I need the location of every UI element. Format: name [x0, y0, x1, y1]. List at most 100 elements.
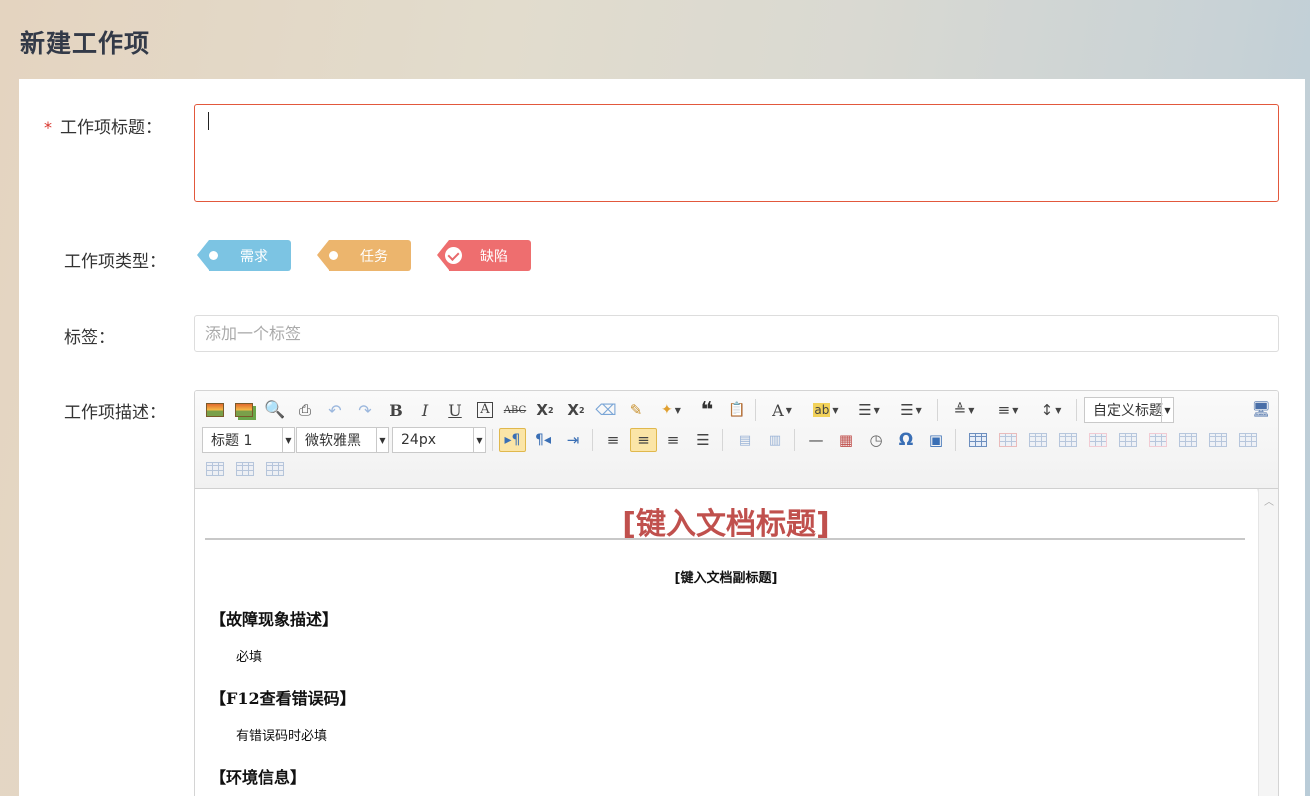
undo-icon[interactable]: ↶	[323, 398, 347, 422]
text-caret	[208, 112, 209, 130]
image-gallery-icon[interactable]	[232, 398, 256, 422]
preview-icon[interactable]: 🔍	[263, 398, 287, 422]
toolbar-separator	[794, 429, 795, 451]
custom-title-select-value: 自定义标题	[1093, 403, 1163, 419]
align-left-icon[interactable]: ≡	[601, 428, 625, 452]
paragraph-format-select[interactable]: 标题 1 ▼	[202, 427, 295, 453]
title-field-label: 工作项标题：	[60, 118, 162, 138]
blockquote-icon[interactable]: ❝	[695, 398, 719, 423]
type-option-requirement[interactable]: 需求	[197, 240, 291, 271]
unordered-list-icon[interactable]: ☰ ▼	[893, 398, 929, 422]
chevron-down-icon: ▼	[376, 428, 388, 452]
special-char-icon[interactable]: Ω	[894, 428, 918, 452]
font-size-value: 24px	[401, 432, 436, 448]
align-justify-icon[interactable]: ☰	[691, 428, 715, 452]
type-option-label: 需求	[240, 248, 268, 265]
row-spacing-top-icon[interactable]: ≜ ▼	[945, 398, 983, 422]
description-field-label: 工作项描述：	[64, 403, 166, 423]
type-option-label: 任务	[360, 248, 388, 265]
format-brush-icon[interactable]: ✎	[624, 398, 648, 422]
toolbar-separator	[722, 429, 723, 451]
editor-scrollbar[interactable]: ︿	[1258, 489, 1278, 796]
line-height-icon[interactable]: ↕ ▼	[1032, 398, 1070, 422]
ordered-list-icon[interactable]: ☰ ▼	[851, 398, 887, 422]
underline-icon[interactable]: U	[443, 398, 467, 422]
title-field-label-row: * 工作项标题：	[44, 113, 162, 138]
merge-right-icon[interactable]	[1206, 428, 1230, 452]
custom-title-select[interactable]: 自定义标题 ▼	[1084, 397, 1174, 423]
merge-cells-icon[interactable]	[1176, 428, 1200, 452]
doc-section-heading: 【环境信息】	[210, 768, 307, 787]
horizontal-rule-icon[interactable]: —	[804, 428, 828, 452]
title-input[interactable]	[194, 104, 1279, 202]
doc-section-note: 有错误码时必填	[236, 729, 328, 744]
fullscreen-icon[interactable]: 🖥	[1249, 397, 1273, 421]
delete-row-icon[interactable]	[1086, 428, 1110, 452]
doc-section-heading: 【F12查看错误码】	[210, 689, 356, 708]
type-field-label: 工作项类型：	[64, 252, 166, 272]
doc-title-divider	[205, 538, 1245, 540]
tag-point	[197, 240, 209, 270]
time-icon[interactable]: ◷	[864, 428, 888, 452]
align-right-icon[interactable]: ≡	[661, 428, 685, 452]
delete-col-icon[interactable]	[1146, 428, 1170, 452]
eraser-icon[interactable]: ⌫	[594, 398, 618, 422]
toolbar-separator	[755, 399, 756, 421]
split-to-cells-icon[interactable]	[203, 457, 227, 481]
font-border-icon[interactable]: A	[473, 398, 497, 422]
doc-section-note: 必填	[236, 650, 263, 665]
tag-body: 需求	[209, 240, 291, 271]
align-center-icon[interactable]: ≡	[630, 428, 657, 452]
insert-table-icon[interactable]	[966, 428, 990, 452]
font-color-icon[interactable]: A ▼	[764, 398, 800, 422]
italic-icon[interactable]: I	[413, 398, 437, 422]
chevron-down-icon: ▼	[473, 428, 485, 452]
scroll-up-icon[interactable]: ︿	[1264, 493, 1274, 508]
editor-content[interactable]: [键入文档标题] [键入文档副标题] 【故障现象描述】 必填 【F12查看错误码…	[195, 489, 1257, 796]
doc-subtitle: [键入文档副标题]	[674, 571, 778, 586]
delete-table-icon[interactable]	[996, 428, 1020, 452]
auto-format-icon[interactable]: ✦ ▼	[654, 398, 688, 422]
toolbar-separator	[937, 399, 938, 421]
editor-toolbar: 🔍 ⎙ ↶ ↷ B I U A ABC X2 X2 ⌫ ✎ ✦ ▼ ❝ 📋 A ▼ …	[195, 391, 1278, 489]
rich-text-editor: 🔍 ⎙ ↶ ↷ B I U A ABC X2 X2 ⌫ ✎ ✦ ▼ ❝ 📋 A ▼ …	[194, 390, 1279, 796]
type-option-label: 缺陷	[480, 248, 508, 265]
merge-down-icon[interactable]	[1236, 428, 1260, 452]
bold-icon[interactable]: B	[384, 398, 408, 422]
superscript-icon[interactable]: X2	[533, 398, 557, 422]
tag-body: 任务	[329, 240, 411, 271]
work-item-form: * 工作项标题： 工作项类型： 需求 任务 缺陷 标签： 工作项描述：	[19, 79, 1305, 796]
print-icon[interactable]: ⎙	[293, 398, 317, 422]
paste-text-icon[interactable]: 📋	[725, 398, 749, 422]
indent-icon[interactable]: ⇥	[561, 428, 585, 452]
date-icon[interactable]: ▦	[834, 428, 858, 452]
image-left-icon[interactable]: ▤	[733, 428, 757, 452]
highlight-color-icon[interactable]: ab ▼	[807, 398, 845, 422]
toolbar-separator	[492, 429, 493, 451]
tag-hole-icon	[329, 251, 338, 260]
insert-paragraph-before-table-icon[interactable]	[1026, 428, 1050, 452]
type-option-bug[interactable]: 缺陷	[437, 240, 531, 271]
insert-row-icon[interactable]	[1056, 428, 1080, 452]
insert-image-icon[interactable]	[203, 398, 227, 422]
font-size-select[interactable]: 24px ▼	[392, 427, 486, 453]
required-mark: *	[44, 118, 52, 137]
split-to-cols-icon[interactable]	[263, 457, 287, 481]
type-option-task[interactable]: 任务	[317, 240, 411, 271]
toolbar-separator	[592, 429, 593, 451]
rtl-direction-icon[interactable]: ¶◂	[531, 428, 555, 452]
check-icon	[445, 247, 462, 264]
insert-col-icon[interactable]	[1116, 428, 1140, 452]
subscript-icon[interactable]: X2	[564, 398, 588, 422]
toolbar-separator	[955, 429, 956, 451]
split-to-rows-icon[interactable]	[233, 457, 257, 481]
strikethrough-icon[interactable]: ABC	[503, 398, 527, 422]
row-spacing-bottom-icon[interactable]: ≡ ▼	[989, 398, 1027, 422]
template-icon[interactable]: ▣	[924, 428, 948, 452]
tag-input[interactable]	[194, 315, 1279, 352]
ltr-direction-icon[interactable]: ▸¶	[499, 428, 526, 452]
font-family-select[interactable]: 微软雅黑 ▼	[296, 427, 389, 453]
tag-field-label: 标签：	[64, 328, 115, 348]
image-center-icon[interactable]: ▥	[763, 428, 787, 452]
redo-icon[interactable]: ↷	[353, 398, 377, 422]
